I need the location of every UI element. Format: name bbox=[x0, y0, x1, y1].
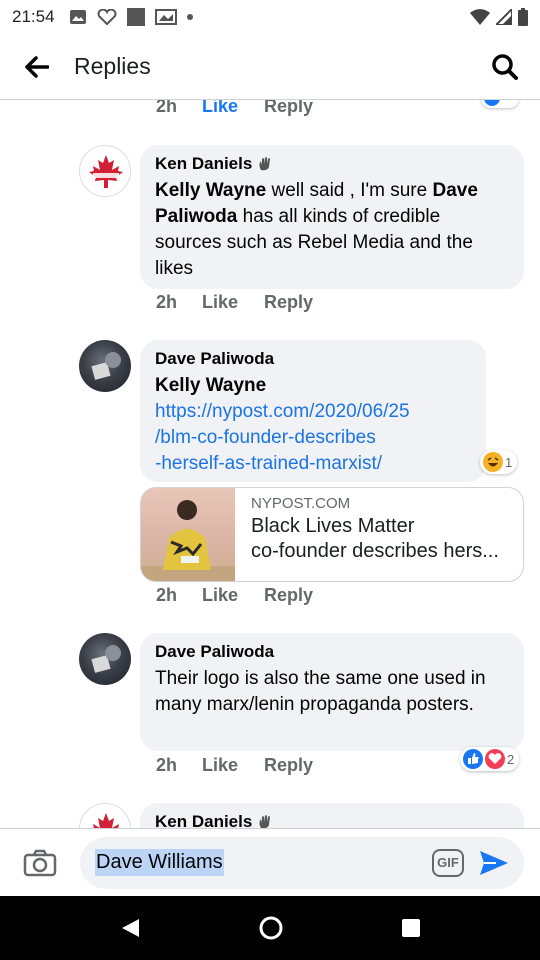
like-reaction-icon bbox=[484, 100, 500, 106]
mention[interactable]: Kelly Wayne bbox=[155, 373, 471, 399]
reply-button[interactable]: Reply bbox=[264, 755, 313, 776]
arrow-left-icon bbox=[25, 55, 49, 78]
reply-button[interactable]: Reply bbox=[264, 585, 313, 606]
like-button[interactable]: Like bbox=[202, 292, 264, 313]
comment-bubble[interactable]: Ken Daniels bbox=[140, 803, 524, 828]
profile-photo-icon bbox=[91, 352, 121, 380]
back-triangle-icon[interactable] bbox=[119, 917, 141, 939]
link-preview-card[interactable]: NYPOST.COM Black Lives Matter co-founder… bbox=[140, 487, 524, 582]
square-icon bbox=[126, 8, 145, 26]
home-circle-icon[interactable] bbox=[258, 915, 284, 941]
reaction-badge[interactable]: 1 bbox=[480, 450, 518, 474]
maple-leaf-icon bbox=[89, 155, 123, 188]
image-icon bbox=[69, 10, 86, 24]
comment-author[interactable]: Ken Daniels bbox=[155, 812, 509, 828]
send-button[interactable] bbox=[474, 843, 514, 883]
author-name: Ken Daniels bbox=[155, 812, 253, 828]
reply-button[interactable]: Reply bbox=[264, 292, 313, 313]
person-thumbnail-icon bbox=[141, 500, 235, 581]
camera-icon bbox=[23, 849, 57, 876]
reaction-badge[interactable] bbox=[481, 100, 519, 108]
search-icon bbox=[492, 53, 518, 80]
reply-composer: Dave Williams GIF bbox=[0, 828, 540, 896]
camera-button[interactable] bbox=[0, 829, 80, 897]
like-button[interactable]: Like bbox=[202, 100, 264, 117]
avatar[interactable] bbox=[79, 340, 131, 392]
reaction-badge[interactable]: 2 bbox=[460, 747, 520, 771]
comment-time: 2h bbox=[156, 755, 178, 775]
reply-button[interactable]: Reply bbox=[264, 100, 313, 117]
status-bar: 21:54 bbox=[0, 0, 540, 34]
reaction-count: 2 bbox=[507, 751, 515, 767]
replies-feed[interactable]: 2h Like Reply Ken Daniels Kelly Wayne we… bbox=[0, 100, 540, 828]
avatar[interactable] bbox=[79, 803, 131, 828]
comment-time: 2h bbox=[156, 585, 178, 605]
comment-time: 2h bbox=[156, 100, 178, 116]
like-reaction-icon bbox=[463, 749, 483, 769]
app-bar: Replies bbox=[0, 34, 540, 100]
comment-text: Kelly Wayne https://nypost.com/2020/06/2… bbox=[155, 373, 471, 477]
reply-input-value[interactable]: Dave Williams bbox=[95, 849, 224, 876]
comment-author[interactable]: Ken Daniels bbox=[155, 154, 509, 174]
comment-bubble[interactable]: Dave Paliwoda Their logo is also the sam… bbox=[140, 633, 524, 751]
gif-button[interactable]: GIF bbox=[432, 848, 464, 877]
gallery-icon bbox=[154, 9, 177, 25]
system-status-icons bbox=[470, 8, 528, 26]
url-link[interactable]: https://nypost.com/2020/06/25 /blm-co-fo… bbox=[155, 399, 471, 477]
comment-text: Their logo is also the same one used in … bbox=[155, 668, 486, 715]
comment-actions: 2h Like Reply bbox=[156, 755, 313, 776]
recents-square-icon[interactable] bbox=[401, 918, 421, 938]
cell-signal-icon bbox=[496, 9, 512, 25]
profile-photo-icon bbox=[91, 645, 121, 673]
link-title: Black Lives Matter co-founder describes … bbox=[251, 515, 499, 562]
comment-actions: 2h Like Reply bbox=[156, 292, 313, 313]
author-name: Ken Daniels bbox=[155, 154, 253, 173]
haha-reaction-icon bbox=[483, 452, 503, 472]
comment-time: 2h bbox=[156, 292, 178, 312]
battery-icon bbox=[518, 8, 528, 26]
comment-actions: 2h Like Reply bbox=[156, 585, 313, 606]
avatar[interactable] bbox=[79, 145, 131, 197]
waving-hand-icon bbox=[259, 157, 271, 171]
comment-author[interactable]: Dave Paliwoda bbox=[155, 349, 471, 369]
reply-input[interactable]: Dave Williams GIF bbox=[80, 836, 524, 889]
comment-bubble[interactable]: Dave Paliwoda Kelly Wayne https://nypost… bbox=[140, 340, 486, 482]
link-preview-image bbox=[141, 488, 235, 581]
mention[interactable]: Kelly Wayne bbox=[155, 180, 266, 201]
search-button[interactable] bbox=[470, 34, 540, 100]
comment-author[interactable]: Dave Paliwoda bbox=[155, 642, 509, 662]
comment-bubble[interactable]: Ken Daniels Kelly Wayne well said , I'm … bbox=[140, 145, 524, 289]
love-reaction-icon bbox=[485, 749, 505, 769]
maple-leaf-icon bbox=[93, 813, 119, 828]
wifi-icon bbox=[470, 9, 490, 25]
notification-icons bbox=[69, 8, 193, 26]
system-nav-bar bbox=[0, 896, 540, 960]
like-button[interactable]: Like bbox=[202, 585, 264, 606]
reaction-count: 1 bbox=[505, 454, 513, 470]
link-domain: NYPOST.COM bbox=[251, 495, 351, 512]
avatar[interactable] bbox=[79, 633, 131, 685]
like-button[interactable]: Like bbox=[202, 755, 264, 776]
comment-text: Kelly Wayne well said , I'm sure Dave Pa… bbox=[155, 180, 478, 279]
heart-outline-icon bbox=[97, 9, 116, 25]
send-icon bbox=[480, 850, 508, 875]
status-time: 21:54 bbox=[12, 7, 55, 26]
waving-hand-icon bbox=[259, 815, 271, 828]
back-button[interactable] bbox=[0, 34, 74, 100]
page-title: Replies bbox=[74, 53, 151, 79]
dot-icon bbox=[186, 14, 193, 20]
comment-actions: 2h Like Reply bbox=[156, 100, 313, 117]
